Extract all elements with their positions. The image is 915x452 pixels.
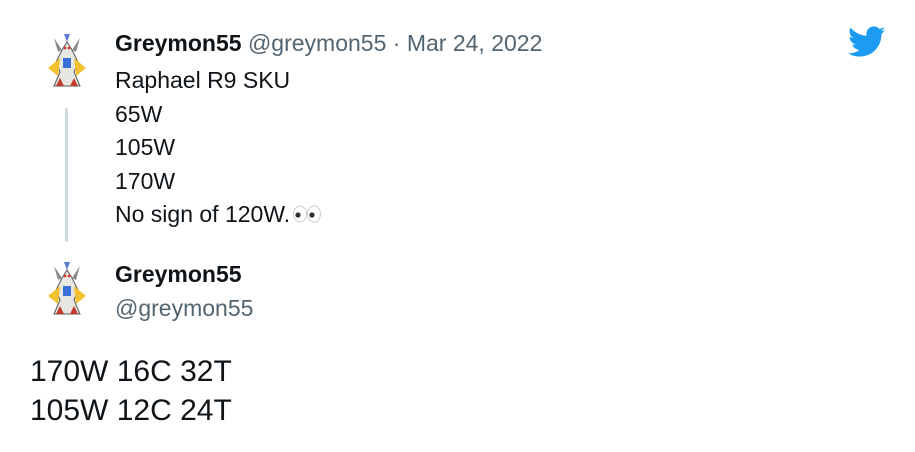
tweet-text-line: 170W 16C 32T <box>30 355 232 388</box>
eyes-icon <box>292 199 322 233</box>
avatar-image <box>34 28 100 94</box>
avatar[interactable] <box>34 28 100 94</box>
quoted-author-handle[interactable]: @greymon55 <box>248 30 386 56</box>
author-name[interactable]: Greymon55 <box>115 260 242 288</box>
author-handle[interactable]: @greymon55 <box>115 294 253 322</box>
quoted-text-line: 105W <box>115 134 176 160</box>
quoted-text-line-last: No sign of 120W. <box>115 198 322 233</box>
tweet-text-line: 105W 12C 24T <box>30 394 232 427</box>
quoted-tweet-date[interactable]: Mar 24, 2022 <box>407 30 543 56</box>
avatar-image <box>34 256 100 322</box>
quoted-author-name[interactable]: Greymon55 <box>115 30 242 56</box>
thread-connector-line <box>65 108 68 242</box>
quoted-tweet-text: Raphael R9 SKU 65W 105W 170W No sign of … <box>115 64 322 233</box>
quoted-text-line: Raphael R9 SKU <box>115 67 291 93</box>
twitter-bird-icon[interactable] <box>848 26 886 58</box>
tweet-text: 170W 16C 32T 105W 12C 24T <box>30 352 232 430</box>
quoted-tweet-header: Greymon55 @greymon55 · Mar 24, 2022 <box>115 29 542 57</box>
header-separator: · <box>386 30 407 56</box>
quoted-text-line: 65W <box>115 100 163 127</box>
avatar[interactable] <box>34 256 100 322</box>
tweet-embed: Greymon55 @greymon55 · Mar 24, 2022 Raph… <box>0 0 915 452</box>
quoted-text-line: No sign of 120W. <box>115 201 291 227</box>
quoted-text-line: 170W <box>115 167 176 194</box>
